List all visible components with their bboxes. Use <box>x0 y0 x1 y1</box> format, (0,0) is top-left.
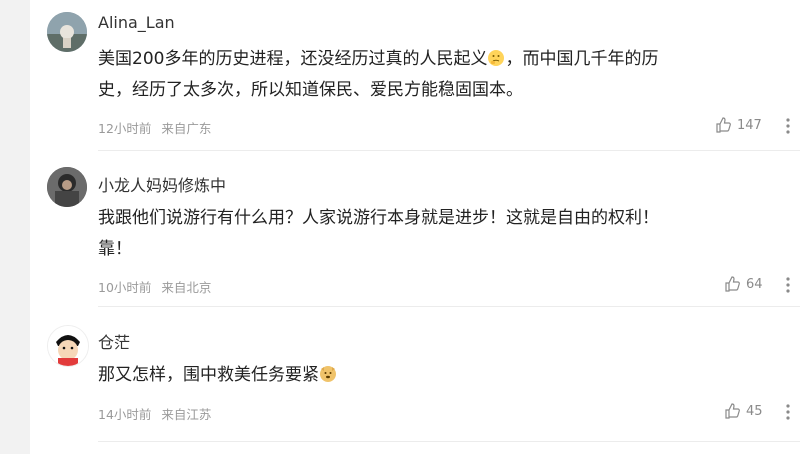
comment-text: 美国200多年的历史进程，还没经历过真的人民起义 ，而中国几千年的历 史，经历了太… <box>98 44 788 106</box>
comment-meta: 10小时前 来自北京 <box>98 277 217 296</box>
comment-text: 我跟他们说游行有什么用？人家说游行本身就是进步！这就是自由的权利！ 靠！ <box>98 203 788 265</box>
comment-item: 仓茫 那又怎样，围中救美任务要紧 14小时前 来自江苏 45 <box>30 307 800 441</box>
username[interactable]: 小龙人妈妈修炼中 <box>98 172 226 196</box>
comment-text-line: 我跟他们说游行有什么用？人家说游行本身就是进步！这就是自由的权利！ <box>98 208 659 228</box>
comment-time: 12小时前 <box>98 121 152 136</box>
comment-list: Alina_Lan 美国200多年的历史进程，还没经历过真的人民起义 ，而中国几千… <box>30 0 800 454</box>
like-button[interactable]: 64 <box>724 276 763 292</box>
more-options-icon[interactable] <box>785 116 791 136</box>
thinking-face-emoji <box>488 50 505 66</box>
comment-text-line: ，而中国几千年的历 <box>505 49 659 69</box>
comment-text-line: 美国200多年的历史进程，还没经历过真的人民起义 <box>98 49 488 69</box>
comment-location: 来自北京 <box>161 280 212 295</box>
comment-item: 小龙人妈妈修炼中 我跟他们说游行有什么用？人家说游行本身就是进步！这就是自由的权… <box>30 151 800 306</box>
comment-meta: 12小时前 来自广东 <box>98 118 217 137</box>
comment-text-line: 史，经历了太多次，所以知道保民、爱民方能稳固国本。 <box>98 80 523 100</box>
thumbs-up-icon <box>725 276 740 292</box>
comment-meta: 14小时前 来自江苏 <box>98 404 217 423</box>
username[interactable]: Alina_Lan <box>98 13 175 32</box>
comment-item: Alina_Lan 美国200多年的历史进程，还没经历过真的人民起义 ，而中国几千… <box>30 0 800 150</box>
comment-text-line: 那又怎样，围中救美任务要紧 <box>98 365 319 385</box>
thumbs-up-icon <box>716 117 731 133</box>
like-button[interactable]: 147 <box>715 117 762 133</box>
like-button[interactable]: 45 <box>724 403 763 419</box>
comment-location: 来自江苏 <box>161 407 212 422</box>
username[interactable]: 仓茫 <box>98 329 130 353</box>
avatar[interactable] <box>47 12 87 52</box>
avatar[interactable] <box>47 167 87 207</box>
comment-time: 14小时前 <box>98 407 152 422</box>
comment-location: 来自广东 <box>161 121 212 136</box>
divider <box>98 441 800 442</box>
avatar[interactable] <box>47 325 89 367</box>
more-options-icon[interactable] <box>785 275 791 295</box>
doge-emoji <box>320 366 336 382</box>
comment-text: 那又怎样，围中救美任务要紧 <box>98 360 788 391</box>
like-count: 64 <box>746 276 763 292</box>
more-options-icon[interactable] <box>785 402 791 422</box>
like-count: 147 <box>737 117 762 133</box>
comment-time: 10小时前 <box>98 280 152 295</box>
comment-text-line: 靠！ <box>98 239 132 259</box>
thumbs-up-icon <box>725 403 740 419</box>
like-count: 45 <box>746 403 763 419</box>
